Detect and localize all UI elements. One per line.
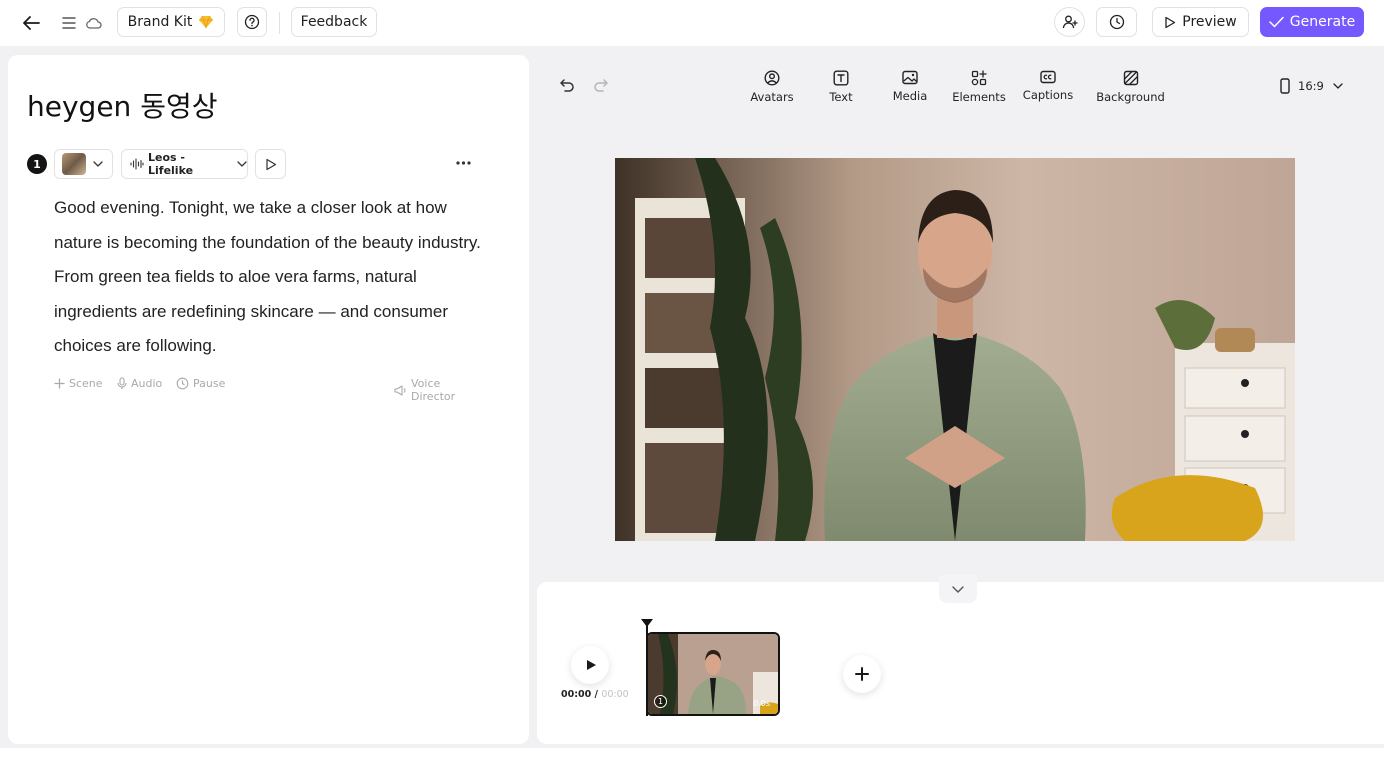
tool-elements[interactable]: Elements: [952, 70, 1006, 104]
aspect-ratio-label: 16:9: [1298, 79, 1324, 93]
voice-name: Leos - Lifelike: [148, 151, 194, 177]
feedback-label: Feedback: [300, 14, 368, 30]
tool-background-label: Background: [1096, 90, 1165, 104]
tool-elements-label: Elements: [952, 90, 1006, 104]
avatar-video-frame: [615, 158, 1295, 541]
script-text[interactable]: Good evening. Tonight, we take a closer …: [54, 191, 484, 364]
chevron-down-icon: [1333, 83, 1343, 89]
total-time: 00:00: [601, 689, 629, 700]
tool-captions[interactable]: Captions: [1022, 70, 1074, 102]
preview-button[interactable]: Preview: [1152, 7, 1249, 37]
voice-director-label: Voice Director: [411, 377, 456, 403]
chevron-down-icon: [952, 585, 964, 593]
image-icon: [902, 70, 918, 85]
script-actions: Scene Audio Pause Voice Director: [54, 377, 484, 403]
collapse-timeline-button[interactable]: [939, 575, 977, 603]
back-arrow-icon[interactable]: [18, 10, 44, 36]
tool-captions-label: Captions: [1022, 88, 1074, 102]
feedback-button[interactable]: Feedback: [291, 7, 377, 37]
project-title[interactable]: heygen 동영상: [27, 85, 217, 125]
tool-avatars-label: Avatars: [750, 90, 794, 104]
shapes-icon: [971, 70, 987, 86]
scene-action-label: Scene: [69, 377, 103, 390]
clip-duration: 0.0s: [753, 699, 770, 708]
tool-media[interactable]: Media: [893, 70, 927, 103]
captions-icon: [1040, 70, 1056, 84]
question-icon: [244, 14, 260, 30]
microphone-icon: [117, 377, 127, 390]
device-icon: [1280, 78, 1290, 94]
clock-icon: [1109, 14, 1125, 30]
pause-action-label: Pause: [193, 377, 226, 390]
top-bar: Brand Kit Feedback Preview Generate: [0, 0, 1384, 46]
avatar-selector[interactable]: [54, 149, 113, 179]
video-preview-canvas[interactable]: [615, 158, 1295, 541]
voice-director-action[interactable]: Voice Director: [394, 377, 484, 403]
tool-background[interactable]: Background: [1096, 70, 1165, 104]
avatar-icon: [764, 70, 780, 86]
scene-number-badge: 1: [27, 154, 47, 174]
brand-kit-button[interactable]: Brand Kit: [117, 7, 225, 37]
text-icon: [833, 70, 849, 86]
cloud-icon: [80, 10, 106, 36]
redo-icon[interactable]: [591, 75, 611, 95]
background-pattern-icon: [1123, 70, 1138, 86]
invite-user-button[interactable]: [1054, 7, 1085, 37]
help-button[interactable]: [237, 7, 267, 37]
tool-text-label: Text: [829, 90, 853, 104]
play-voice-button[interactable]: [255, 149, 286, 179]
undo-icon[interactable]: [557, 75, 577, 95]
play-icon: [586, 659, 597, 671]
brand-kit-label: Brand Kit: [127, 14, 193, 30]
toolbar-divider: [279, 12, 280, 34]
aspect-ratio-selector[interactable]: 16:9: [1280, 76, 1343, 96]
megaphone-icon: [394, 384, 407, 396]
history-button[interactable]: [1096, 7, 1137, 37]
plus-icon: [54, 378, 65, 389]
tool-text[interactable]: Text: [829, 70, 853, 104]
play-outline-icon: [265, 158, 277, 171]
diamond-icon: [198, 15, 214, 29]
generate-button[interactable]: Generate: [1260, 7, 1364, 37]
add-scene-button[interactable]: [843, 655, 881, 693]
clip-index-badge: 1: [654, 695, 667, 708]
add-user-icon: [1062, 14, 1078, 30]
timeline-play-button[interactable]: [571, 646, 609, 684]
playhead[interactable]: [641, 619, 653, 716]
play-outline-icon: [1164, 16, 1176, 29]
more-options-icon[interactable]: [453, 155, 473, 171]
add-pause-action[interactable]: Pause: [176, 377, 225, 390]
timecode: 00:00 / 00:00: [561, 689, 629, 700]
avatar-thumbnail: [62, 153, 86, 175]
audio-action-label: Audio: [131, 377, 163, 390]
current-time: 00:00: [561, 689, 592, 700]
tool-media-label: Media: [892, 89, 928, 103]
add-scene-action[interactable]: Scene: [54, 377, 103, 390]
add-audio-action[interactable]: Audio: [117, 377, 162, 390]
menu-icon[interactable]: [56, 10, 82, 36]
chevron-down-icon: [237, 161, 247, 167]
pause-clock-icon: [176, 377, 189, 390]
script-panel: heygen 동영상 1 Leos - Lifelike Good evenin…: [8, 55, 529, 744]
voice-selector[interactable]: Leos - Lifelike: [121, 149, 248, 179]
preview-label: Preview: [1182, 14, 1237, 30]
check-icon: [1269, 16, 1284, 28]
bottom-edge: [0, 748, 1384, 757]
waveform-icon: [130, 158, 144, 170]
scene-clip[interactable]: 1 0.0s: [646, 632, 780, 716]
plus-icon: [854, 666, 870, 682]
chevron-down-icon: [93, 161, 103, 167]
time-separator: /: [591, 689, 602, 700]
generate-label: Generate: [1289, 14, 1356, 30]
tool-avatars[interactable]: Avatars: [750, 70, 794, 104]
